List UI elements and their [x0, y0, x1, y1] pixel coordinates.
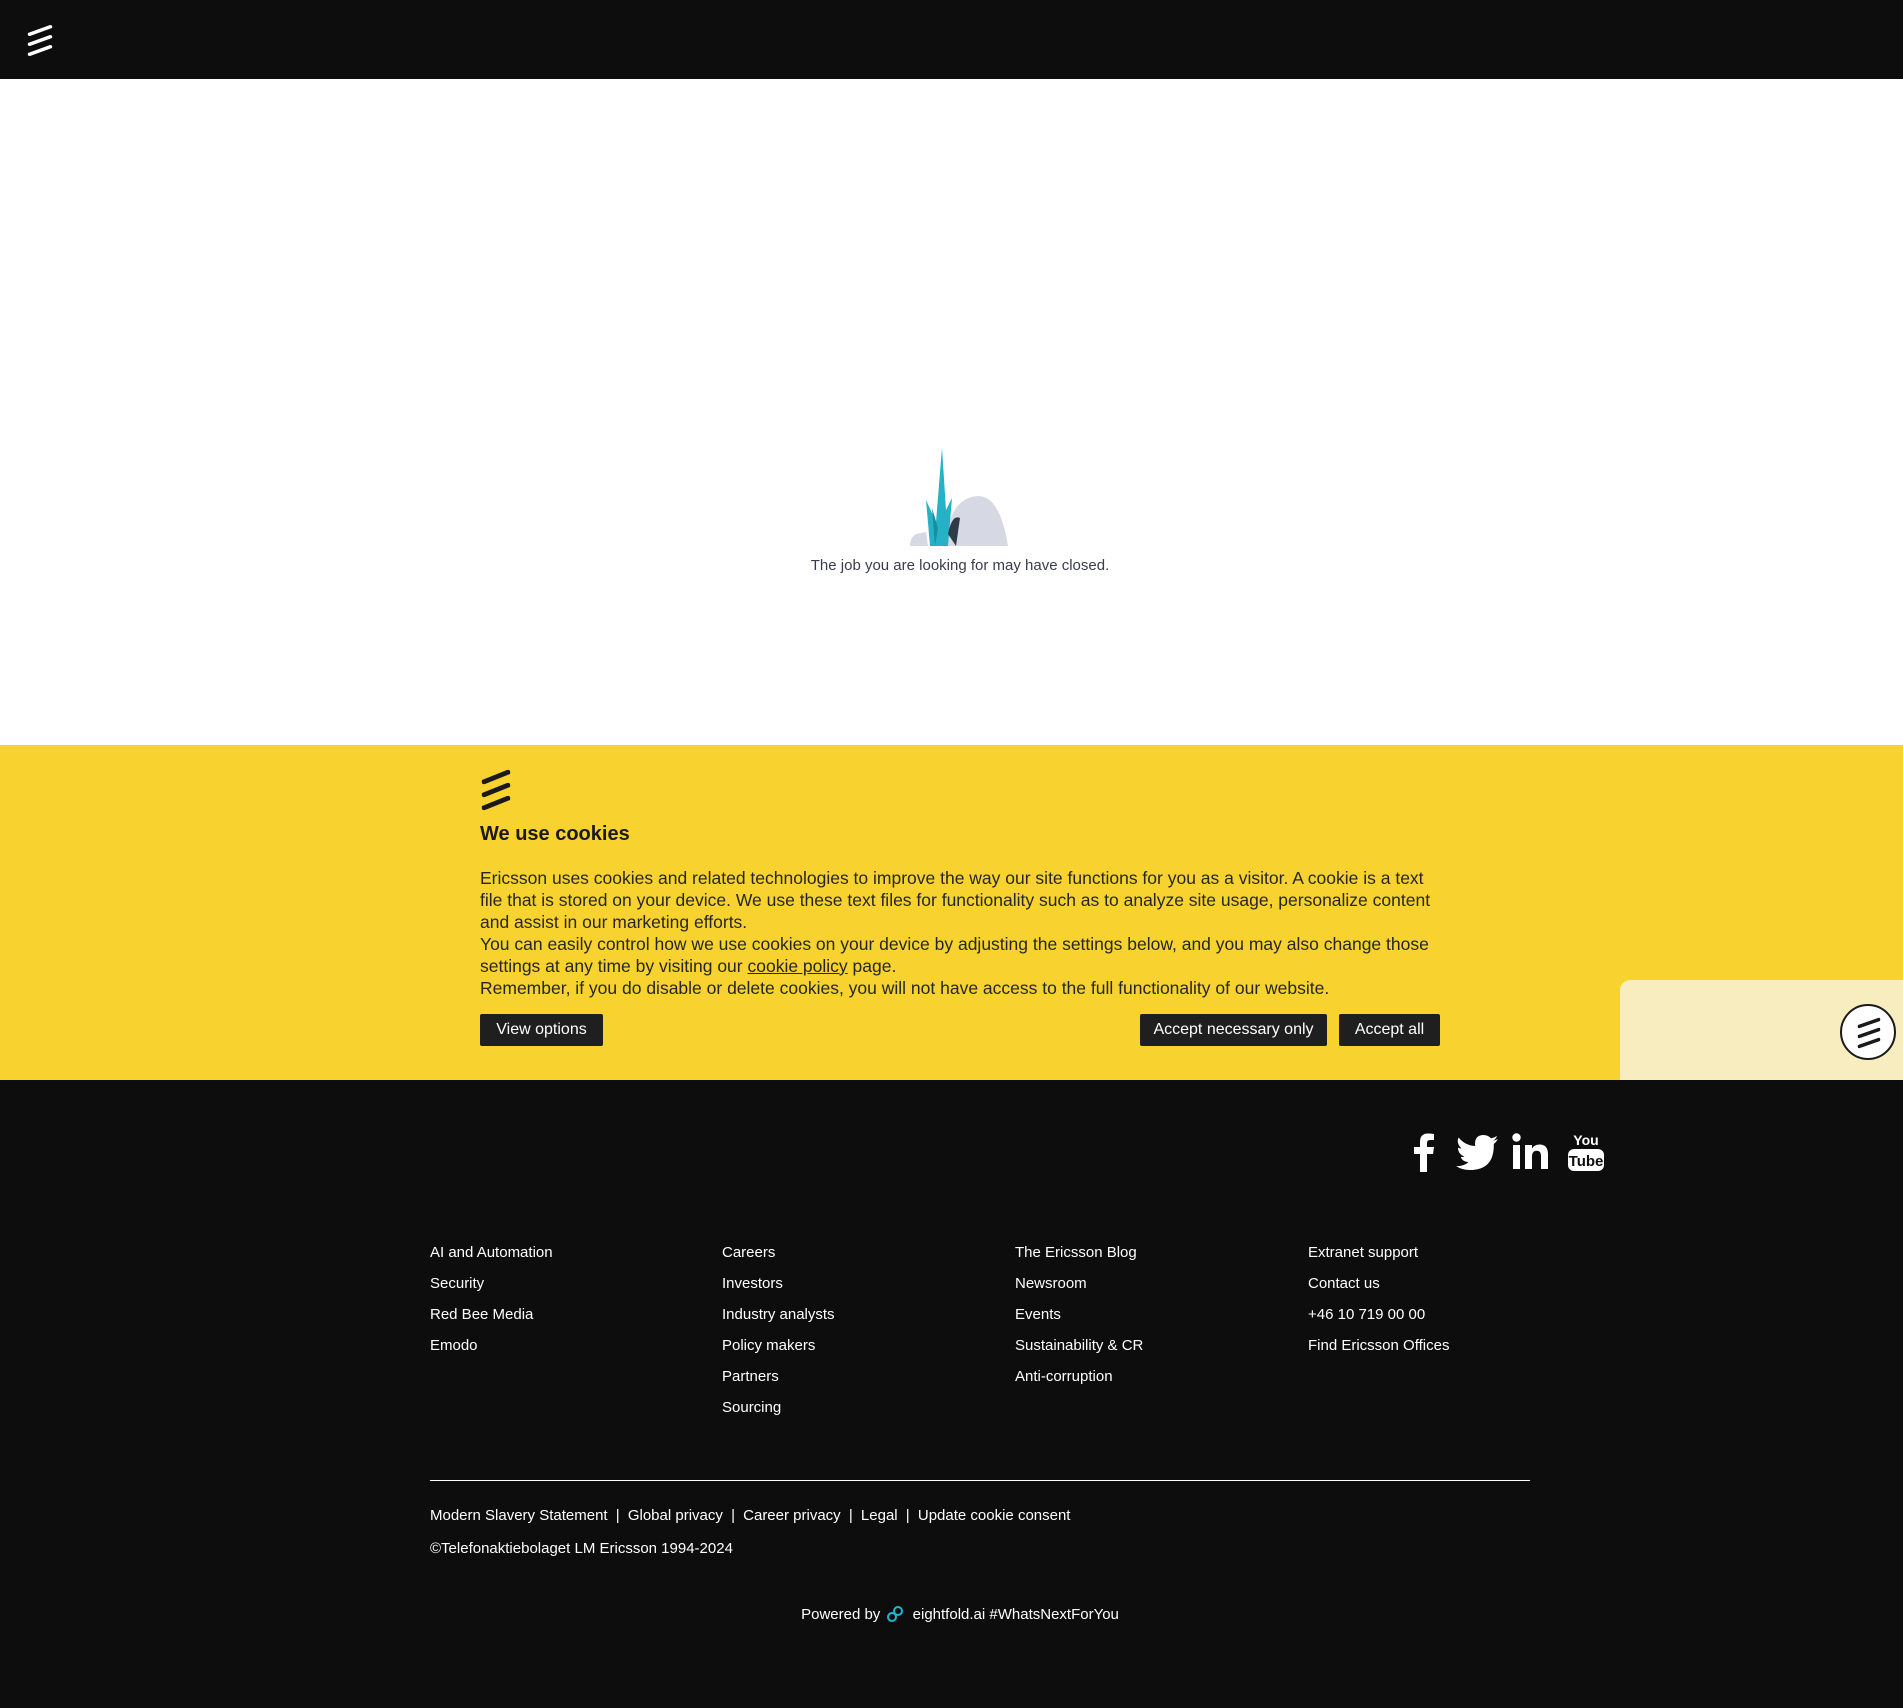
legal-separator: | [615, 1507, 620, 1524]
footer-link[interactable]: Industry analysts [722, 1305, 835, 1336]
svg-text:You: You [1573, 1132, 1598, 1148]
footer-column: AI and Automation Security Red Bee Media… [430, 1243, 553, 1367]
view-options-button[interactable]: View options [480, 1014, 603, 1046]
cookie-paragraph-text: You can easily control how we use cookie… [480, 934, 1429, 976]
ericsson-logo-icon [481, 769, 511, 811]
cookie-paragraph-text: page. [847, 956, 897, 976]
eightfold-logo-icon [887, 1606, 904, 1622]
top-navigation-bar [0, 0, 1903, 79]
facebook-icon[interactable] [1400, 1128, 1448, 1176]
legal-separator: | [731, 1507, 735, 1524]
footer-link[interactable]: +46 10 719 00 00 [1308, 1305, 1449, 1336]
legal-separator: | [905, 1507, 910, 1524]
footer-link[interactable]: Events [1015, 1305, 1143, 1336]
twitter-icon[interactable] [1454, 1128, 1502, 1176]
footer-link[interactable]: Sustainability & CR [1015, 1336, 1143, 1367]
closed-job-illustration-icon [910, 448, 1008, 546]
svg-text:Tube: Tube [1569, 1153, 1604, 1170]
hashtag-text: #WhatsNextForYou [989, 1606, 1119, 1623]
legal-link[interactable]: Career privacy [743, 1507, 841, 1524]
footer-link[interactable]: Find Ericsson Offices [1308, 1336, 1449, 1367]
main-content [0, 79, 1903, 745]
cookie-policy-link[interactable]: cookie policy [747, 956, 847, 976]
accept-necessary-button[interactable]: Accept necessary only [1140, 1014, 1327, 1046]
footer-link[interactable]: Sourcing [722, 1398, 835, 1429]
linkedin-icon[interactable] [1508, 1128, 1556, 1176]
footer-link[interactable]: Extranet support [1308, 1243, 1449, 1274]
ericsson-logo-icon[interactable] [26, 24, 54, 58]
footer-link[interactable]: Red Bee Media [430, 1305, 553, 1336]
footer-column: Careers Investors Industry analysts Poli… [722, 1243, 835, 1429]
copyright-text: ©Telefonaktiebolaget LM Ericsson 1994-20… [430, 1540, 733, 1557]
cookie-paragraph: You can easily control how we use cookie… [480, 933, 1445, 977]
legal-separator: | [848, 1507, 853, 1524]
footer-link[interactable]: Policy makers [722, 1336, 835, 1367]
cookie-banner: We use cookies Ericsson uses cookies and… [0, 745, 1903, 1080]
legal-link[interactable]: Modern Slavery Statement [430, 1507, 608, 1524]
footer-link[interactable]: Contact us [1308, 1274, 1449, 1305]
footer-link[interactable]: The Ericsson Blog [1015, 1243, 1143, 1274]
eightfold-link[interactable]: eightfold.ai [913, 1606, 986, 1623]
cookie-title: We use cookies [480, 823, 630, 845]
footer-link[interactable]: Investors [722, 1274, 835, 1305]
footer-divider [430, 1480, 1530, 1481]
accept-all-button[interactable]: Accept all [1339, 1014, 1440, 1046]
ericsson-chat-icon [1857, 1017, 1881, 1049]
powered-by-prefix: Powered by [801, 1606, 881, 1623]
footer-column: The Ericsson Blog Newsroom Events Sustai… [1015, 1243, 1143, 1398]
legal-link[interactable]: Update cookie consent [918, 1507, 1071, 1524]
footer-column: Extranet support Contact us +46 10 719 0… [1308, 1243, 1449, 1367]
legal-links: Modern Slavery Statement | Global privac… [430, 1507, 1070, 1524]
footer-link[interactable]: Emodo [430, 1336, 553, 1367]
job-closed-message: The job you are looking for may have clo… [810, 557, 1110, 574]
legal-link[interactable]: Global privacy [628, 1507, 723, 1524]
cookie-paragraph: Remember, if you do disable or delete co… [480, 978, 1330, 998]
footer-link[interactable]: AI and Automation [430, 1243, 553, 1274]
powered-by: Powered by eightfold.ai #WhatsNextForYou [0, 1605, 1903, 1623]
youtube-icon[interactable]: You Tube [1562, 1128, 1610, 1176]
cookie-text: Ericsson uses cookies and related techno… [480, 867, 1445, 999]
footer-link[interactable]: Partners [722, 1367, 835, 1398]
footer-link[interactable]: Anti-corruption [1015, 1367, 1143, 1398]
footer-link[interactable]: Careers [722, 1243, 835, 1274]
cookie-paragraph: Ericsson uses cookies and related techno… [480, 868, 1431, 932]
footer-link[interactable]: Newsroom [1015, 1274, 1143, 1305]
chat-launcher-button[interactable] [1840, 1004, 1896, 1060]
legal-link[interactable]: Legal [861, 1507, 898, 1524]
footer-link[interactable]: Security [430, 1274, 553, 1305]
